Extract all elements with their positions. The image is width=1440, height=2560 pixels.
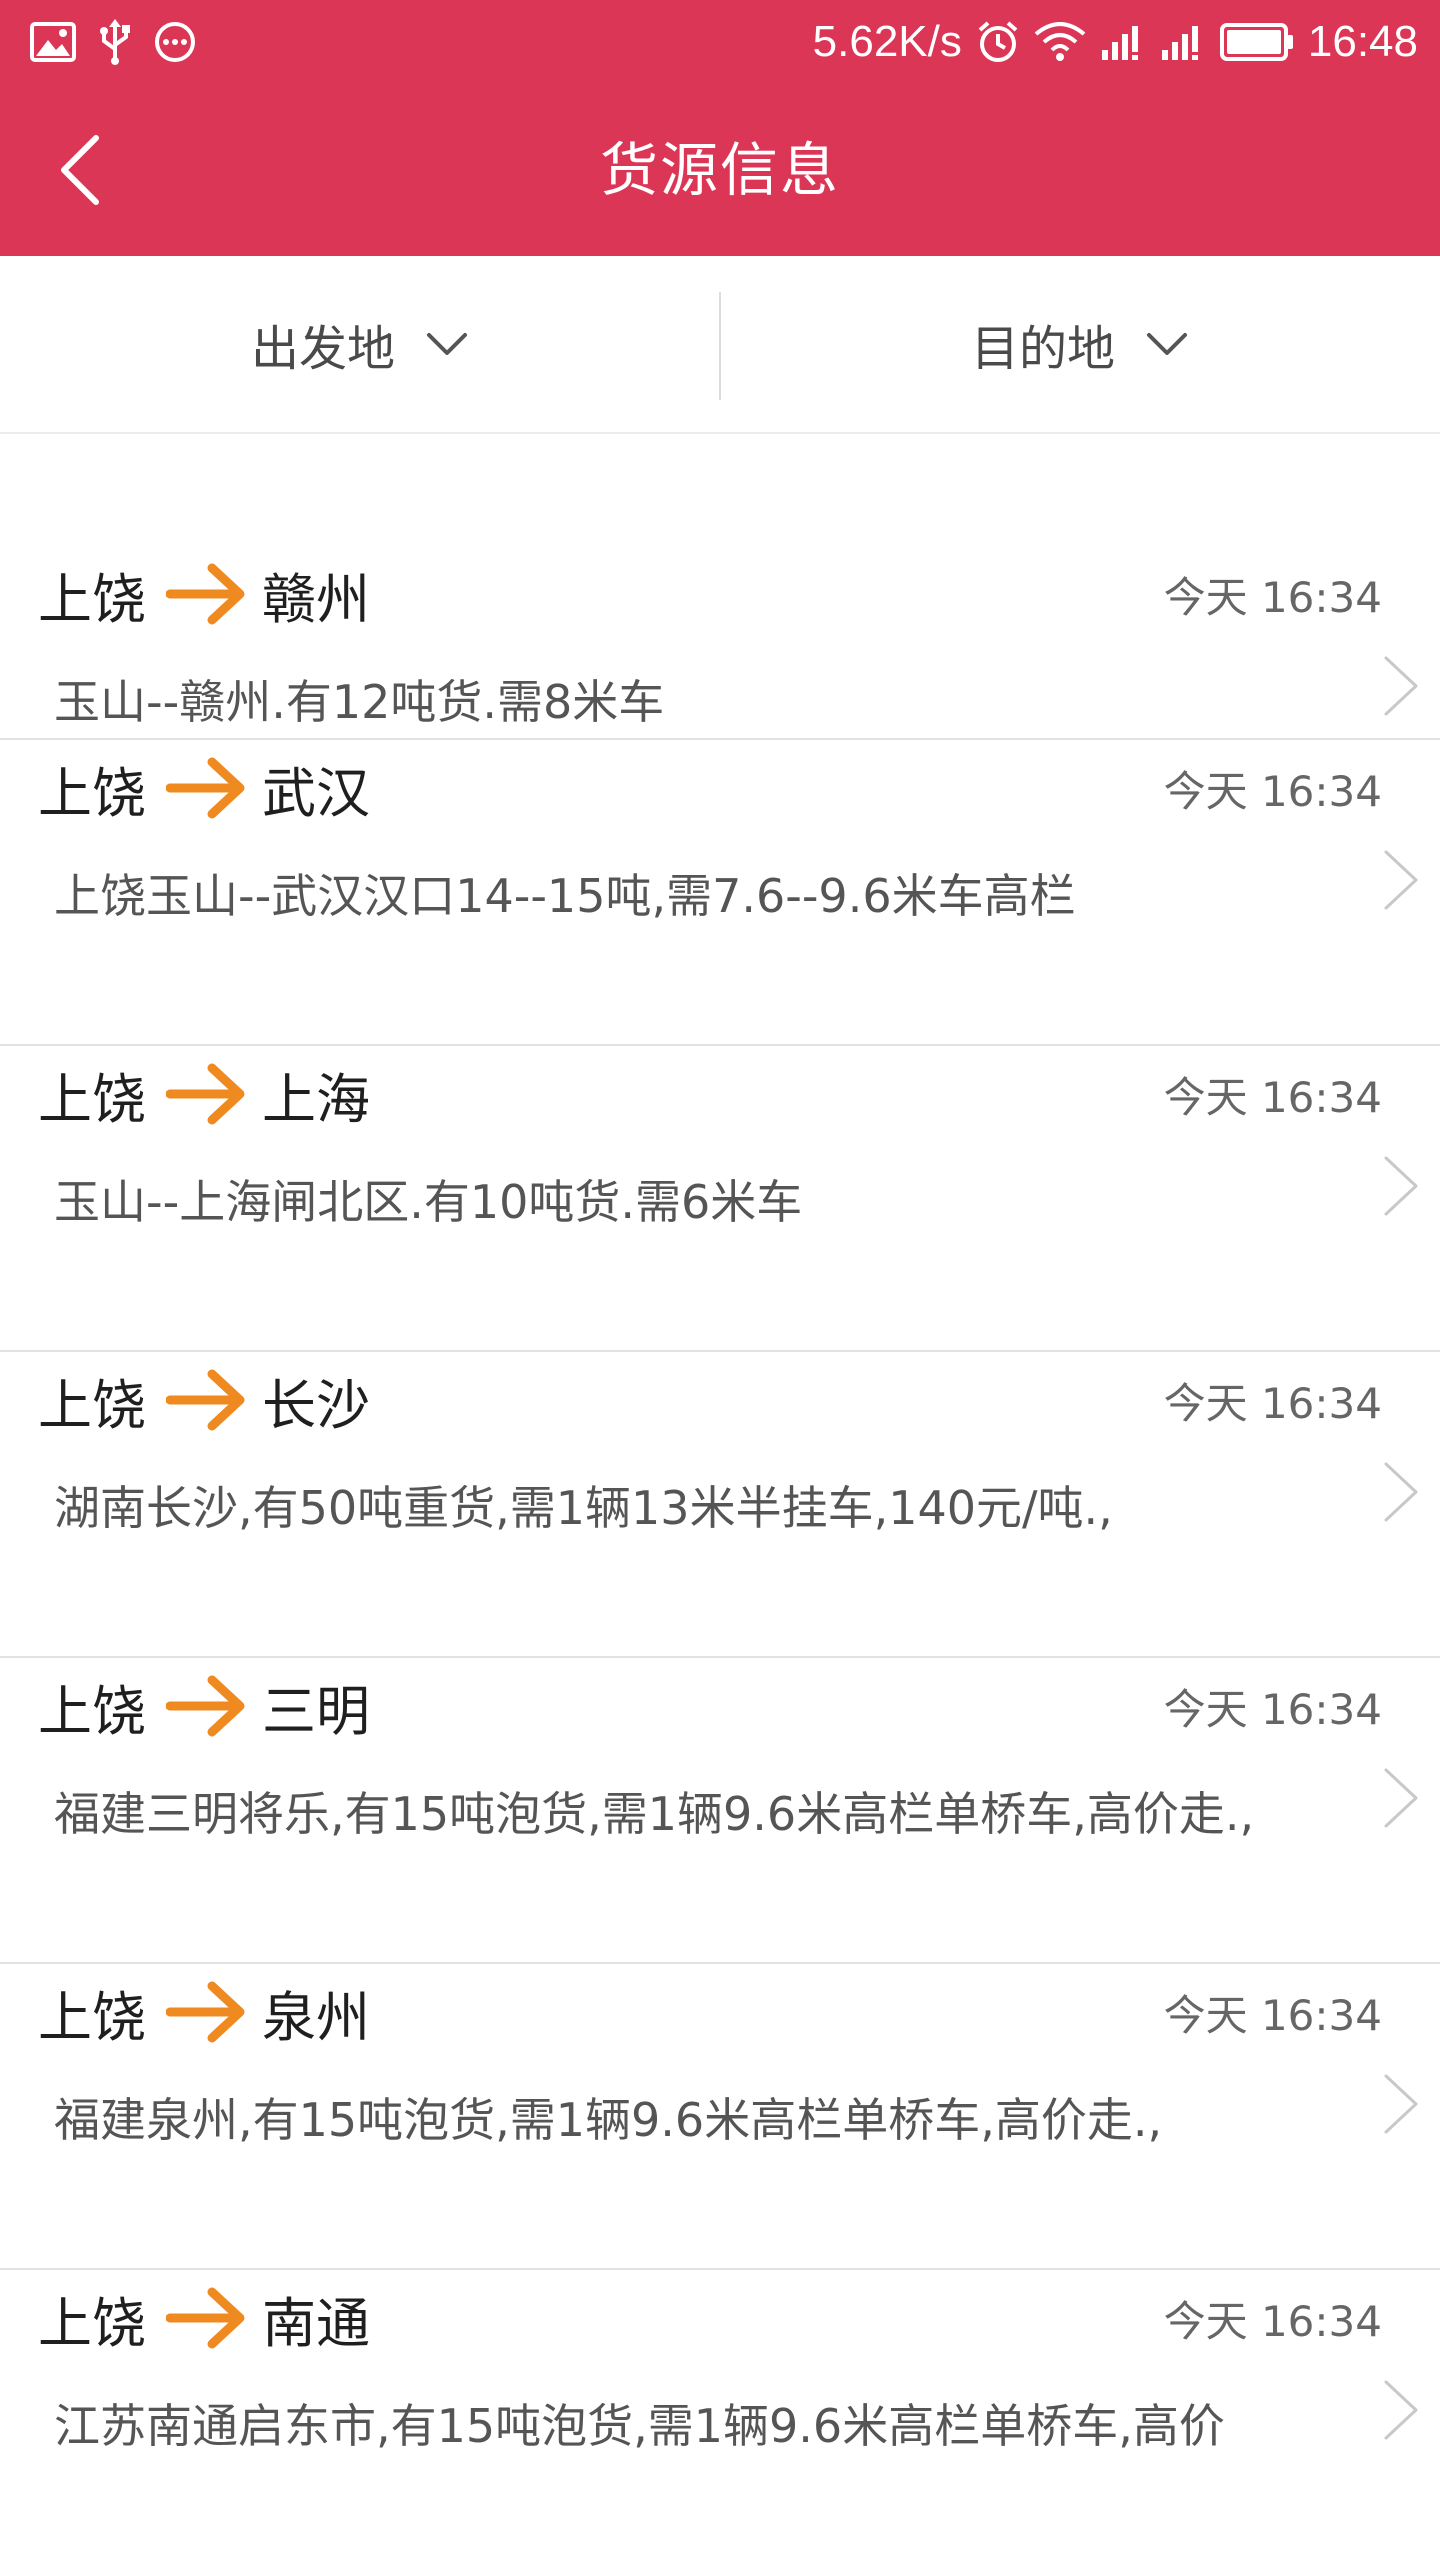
usb-icon	[100, 19, 130, 65]
chevron-right-icon	[1384, 1156, 1418, 1216]
route: 上饶 南通	[38, 2278, 370, 2358]
route-arrow-icon	[166, 1675, 245, 1737]
route: 上饶 赣州	[38, 554, 370, 634]
route-arrow-icon	[166, 1981, 245, 2043]
route-destination: 上海	[262, 1067, 370, 1131]
cargo-description: 玉山--赣州.有12吨货.需8米车	[54, 675, 665, 729]
signal-icon	[1101, 26, 1138, 60]
route-origin: 上饶	[38, 1067, 146, 1131]
origin-filter-label: 出发地	[250, 321, 395, 377]
cargo-list-item[interactable]: 上饶 上海 今天 16:34 玉山--上海闸北区.有10吨货.需6米车	[0, 1046, 1440, 1352]
route-destination: 三明	[262, 1679, 370, 1743]
chevron-right-icon	[1384, 2074, 1418, 2134]
destination-filter[interactable]: 目的地	[720, 256, 1440, 432]
chevron-right-icon	[1384, 656, 1418, 716]
post-time: 今天 16:34	[1163, 1991, 1382, 2040]
cargo-description: 上饶玉山--武汉汉口14--15吨,需7.6--9.6米车高栏	[54, 869, 1076, 923]
route-origin: 上饶	[38, 1679, 146, 1743]
route-arrow-icon	[166, 563, 245, 625]
network-speed: 5.62K/s	[812, 17, 962, 66]
route-origin: 上饶	[38, 1985, 146, 2049]
post-time: 今天 16:34	[1163, 1073, 1382, 1122]
cargo-description: 湖南长沙,有50吨重货,需1辆13米半挂车,140元/吨.,	[54, 1481, 1113, 1535]
route-origin: 上饶	[38, 1373, 146, 1437]
post-time: 今天 16:34	[1163, 1379, 1382, 1428]
route-arrow-icon	[166, 2287, 245, 2349]
cargo-list-item[interactable]: 上饶 三明 今天 16:34 福建三明将乐,有15吨泡货,需1辆9.6米高栏单桥…	[0, 1658, 1440, 1964]
route-destination: 赣州	[262, 567, 370, 631]
cargo-description: 福建三明将乐,有15吨泡货,需1辆9.6米高栏单桥车,高价走.,	[54, 1787, 1255, 1841]
destination-filter-label: 目的地	[970, 321, 1115, 377]
cargo-list-item[interactable]: 上饶 武汉 今天 16:34 上饶玉山--武汉汉口14--15吨,需7.6--9…	[0, 740, 1440, 1046]
image-icon	[30, 22, 76, 62]
route-destination: 长沙	[262, 1373, 370, 1437]
alarm-icon	[978, 21, 1018, 62]
route-destination: 武汉	[262, 761, 370, 825]
battery-icon	[1219, 23, 1293, 61]
route-origin: 上饶	[38, 761, 146, 825]
cargo-list: 上饶 赣州 今天 16:34 玉山--赣州.有12吨货.需8米车 上饶 武汉 今…	[0, 434, 1440, 2560]
cargo-description: 玉山--上海闸北区.有10吨货.需6米车	[54, 1175, 803, 1229]
more-icon	[155, 22, 195, 62]
route: 上饶 长沙	[38, 1360, 370, 1440]
chevron-right-icon	[1384, 850, 1418, 910]
route: 上饶 上海	[38, 1054, 370, 1134]
route: 上饶 武汉	[38, 748, 370, 828]
chevron-right-icon	[1384, 1462, 1418, 1522]
cargo-list-item[interactable]: 上饶 南通 今天 16:34 江苏南通启东市,有15吨泡货,需1辆9.6米高栏单…	[0, 2270, 1440, 2560]
chevron-right-icon	[1384, 2380, 1418, 2440]
origin-filter[interactable]: 出发地	[0, 256, 720, 432]
post-time: 今天 16:34	[1163, 2297, 1382, 2346]
route-origin: 上饶	[38, 567, 146, 631]
cargo-list-item[interactable]: 上饶 泉州 今天 16:34 福建泉州,有15吨泡货,需1辆9.6米高栏单桥车,…	[0, 1964, 1440, 2270]
post-time: 今天 16:34	[1163, 767, 1382, 816]
status-bar: 5.62K/s 16:48	[0, 0, 1440, 84]
route-destination: 南通	[262, 2291, 370, 2355]
route-arrow-icon	[166, 757, 245, 819]
filter-bar: 出发地 目的地	[0, 256, 1440, 434]
cargo-list-item[interactable]: 上饶 长沙 今天 16:34 湖南长沙,有50吨重货,需1辆13米半挂车,140…	[0, 1352, 1440, 1658]
status-left-icons	[30, 18, 196, 66]
title-bar: 货源信息	[0, 84, 1440, 256]
post-time: 今天 16:34	[1163, 1685, 1382, 1734]
chevron-right-icon	[1384, 1768, 1418, 1828]
route: 上饶 泉州	[38, 1972, 370, 2052]
cargo-description: 福建泉州,有15吨泡货,需1辆9.6米高栏单桥车,高价走.,	[54, 2093, 1163, 2147]
cargo-list-item[interactable]: 上饶 赣州 今天 16:34 玉山--赣州.有12吨货.需8米车	[0, 434, 1440, 740]
page-title: 货源信息	[599, 136, 840, 204]
app-screen: 5.62K/s 16:48 货源信息 出发地 目的地 上饶 赣州 今天 16:3…	[0, 0, 1440, 2560]
clock: 16:48	[1307, 17, 1418, 66]
wifi-icon	[1034, 22, 1086, 61]
route-arrow-icon	[166, 1369, 245, 1431]
route: 上饶 三明	[38, 1666, 370, 1746]
cargo-description: 江苏南通启东市,有15吨泡货,需1辆9.6米高栏单桥车,高价	[54, 2399, 1225, 2453]
route-arrow-icon	[166, 1063, 245, 1125]
route-origin: 上饶	[38, 2291, 146, 2355]
route-destination: 泉州	[262, 1985, 370, 2049]
chevron-down-icon	[427, 333, 467, 355]
signal-icon	[1161, 26, 1198, 60]
status-right-icons: 5.62K/s 16:48	[813, 12, 1418, 72]
chevron-down-icon	[1147, 333, 1187, 355]
post-time: 今天 16:34	[1163, 573, 1382, 622]
